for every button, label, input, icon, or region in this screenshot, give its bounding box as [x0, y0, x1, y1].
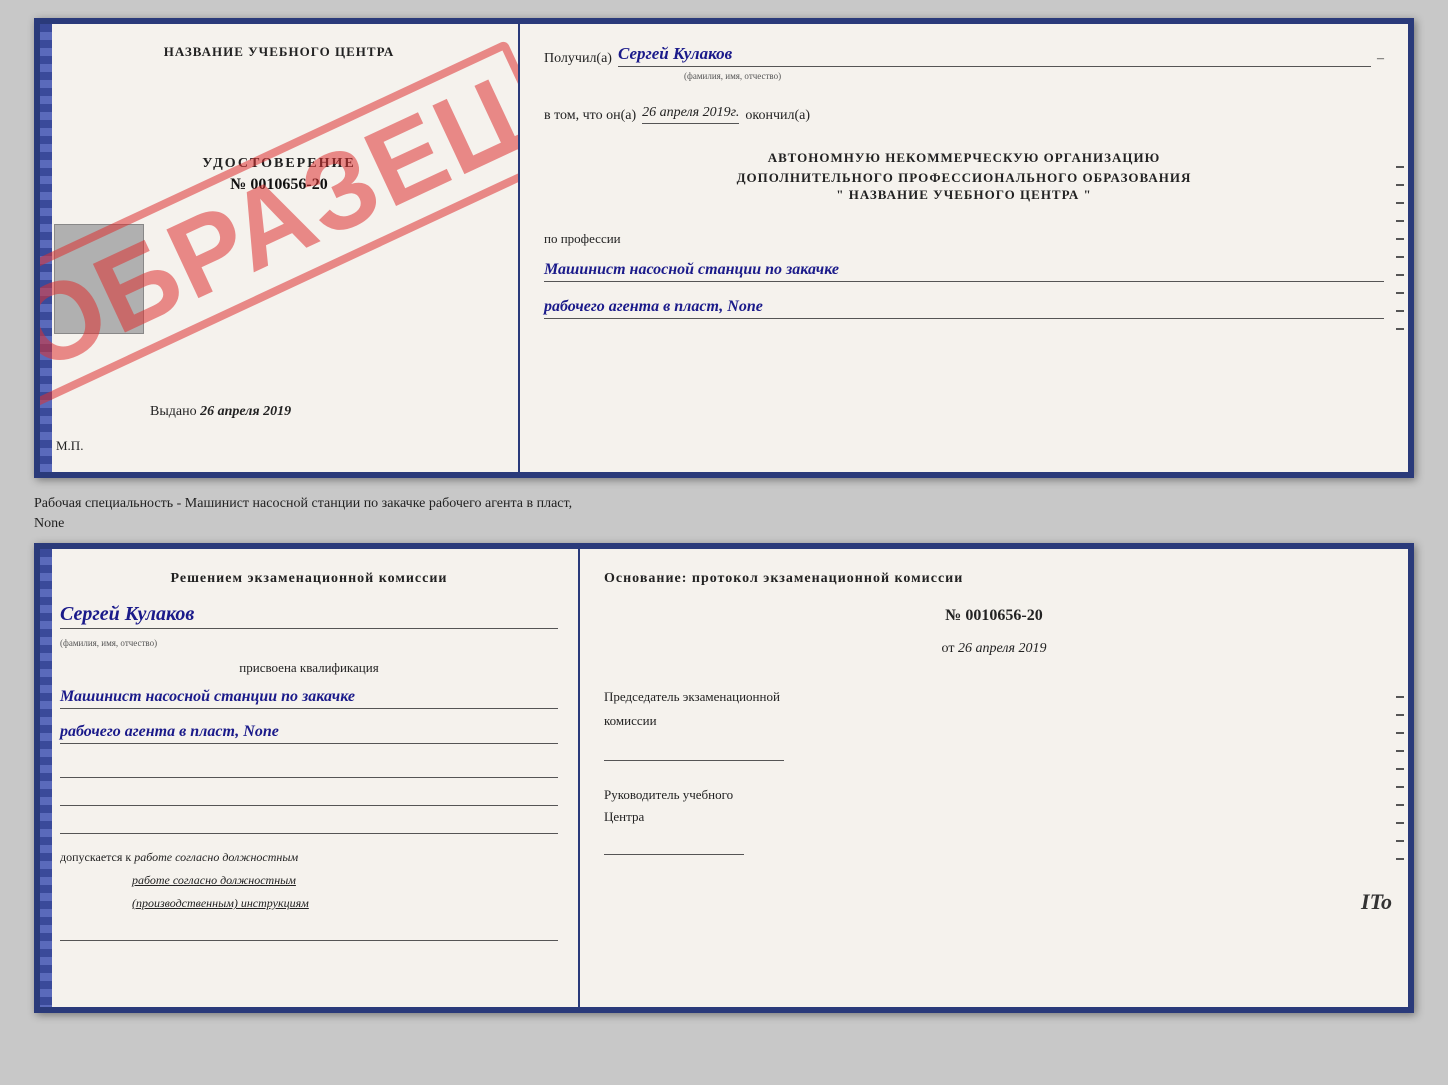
center-title-top: НАЗВАНИЕ УЧЕБНОГО ЦЕНТРА — [164, 44, 395, 60]
bottom-document: Решением экзаменационной комиссии Сергей… — [34, 543, 1414, 1013]
empty-line-2 — [60, 788, 558, 806]
rukovoditel-sig-line — [604, 831, 744, 855]
vydano-date: 26 апреля 2019 — [200, 404, 291, 419]
udostoverenie-block: УДОСТОВЕРЕНИЕ № 0010656-20 — [202, 156, 355, 194]
dopuskaetsya-line: допускается к работе согласно должностны… — [60, 850, 558, 865]
protocol-date-val: 26 апреля 2019 — [958, 641, 1046, 656]
empty-lines-block — [60, 760, 558, 834]
bottom-right-panel: Основание: протокол экзаменационной коми… — [580, 549, 1408, 1007]
vydano-prefix: Выдано — [150, 404, 197, 419]
ito-marker: ITo — [1361, 889, 1392, 915]
side-dashes-bottom — [1394, 559, 1406, 997]
org-line1: АВТОНОМНУЮ НЕКОММЕРЧЕСКУЮ ОРГАНИЗАЦИЮ — [544, 148, 1384, 168]
predsedatel-label1: Председатель экзаменационной — [604, 689, 1384, 705]
bottom-left-panel: Решением экзаменационной комиссии Сергей… — [40, 549, 580, 1007]
predsedatel-block: Председатель экзаменационной комиссии — [604, 689, 1384, 761]
ot-prefix: от — [942, 641, 955, 656]
empty-line-3 — [60, 816, 558, 834]
photo-placeholder — [54, 224, 144, 334]
qualification-line2: рабочего агента в пласт, None — [60, 723, 558, 744]
dopuskaetsya-line2: работе согласно должностным — [132, 873, 558, 888]
right-panel-top: Получил(а) Сергей Кулаков – (фамилия, им… — [520, 24, 1408, 472]
vtom-line: в том, что он(а) 26 апреля 2019г. окончи… — [544, 105, 1384, 124]
mp-label: М.П. — [56, 438, 83, 454]
empty-line-bottom — [60, 923, 558, 941]
dopuskaetsya-line3: (производственным) инструкциям — [132, 896, 558, 911]
separator-text: Рабочая специальность - Машинист насосно… — [34, 488, 1414, 533]
fio-hint-top: (фамилия, имя, отчество) — [684, 71, 1384, 81]
predsedatel-sig-line — [604, 737, 784, 761]
poluchil-prefix: Получил(а) — [544, 51, 612, 67]
org-name: " НАЗВАНИЕ УЧЕБНОГО ЦЕНТРА " — [544, 187, 1384, 203]
dopuskaetsya-text: работе согласно должностным — [134, 850, 298, 864]
vydano-line: Выдано 26 апреля 2019 — [150, 404, 291, 420]
sep-text2: None — [34, 516, 64, 531]
osnovanie-title: Основание: протокол экзаменационной коми… — [604, 571, 1384, 587]
poluchil-line: Получил(а) Сергей Кулаков – — [544, 44, 1384, 67]
rukovoditel-label2: Центра — [604, 809, 1384, 825]
org-line2: ДОПОЛНИТЕЛЬНОГО ПРОФЕССИОНАЛЬНОГО ОБРАЗО… — [544, 168, 1384, 188]
rukovoditel-label1: Руководитель учебного — [604, 787, 1384, 803]
empty-line-1 — [60, 760, 558, 778]
protocol-num: № 0010656-20 — [604, 607, 1384, 625]
qualification-line1: Машинист насосной станции по закачке — [60, 688, 558, 709]
resheniem-line: Решением экзаменационной комиссии — [60, 571, 558, 587]
okonchil-label: окончил(а) — [745, 108, 810, 124]
profession-line1-top: Машинист насосной станции по закачке — [544, 261, 1384, 282]
poluchil-name: Сергей Кулаков — [618, 44, 1371, 67]
rukovoditel-block: Руководитель учебного Центра — [604, 787, 1384, 855]
po-professii-label: по профессии — [544, 231, 1384, 247]
udostoverenie-label: УДОСТОВЕРЕНИЕ — [202, 156, 355, 172]
profession-line2-top: рабочего агента в пласт, None — [544, 298, 1384, 319]
vtom-prefix: в том, что он(а) — [544, 108, 636, 124]
fio-hint-bottom: (фамилия, имя, отчество) — [60, 638, 558, 648]
left-panel-top: НАЗВАНИЕ УЧЕБНОГО ЦЕНТРА ОБРАЗЕЦ УДОСТОВ… — [40, 24, 520, 472]
top-document: НАЗВАНИЕ УЧЕБНОГО ЦЕНТРА ОБРАЗЕЦ УДОСТОВ… — [34, 18, 1414, 478]
person-name-bottom: Сергей Кулаков — [60, 603, 558, 629]
org-block: АВТОНОМНУЮ НЕКОММЕРЧЕСКУЮ ОРГАНИЗАЦИЮ ДО… — [544, 148, 1384, 203]
prisvoena-line: присвоена квалификация — [60, 660, 558, 676]
sep-text1: Рабочая специальность - Машинист насосно… — [34, 496, 572, 511]
udostoverenie-num: № 0010656-20 — [202, 176, 355, 194]
dopuskaetsya-prefix: допускается к — [60, 850, 131, 864]
predsedatel-label2: комиссии — [604, 713, 1384, 729]
protocol-date: от 26 апреля 2019 — [604, 641, 1384, 657]
vtom-date: 26 апреля 2019г. — [642, 105, 739, 124]
side-dashes-top — [1394, 34, 1406, 462]
dash1: – — [1377, 51, 1384, 67]
